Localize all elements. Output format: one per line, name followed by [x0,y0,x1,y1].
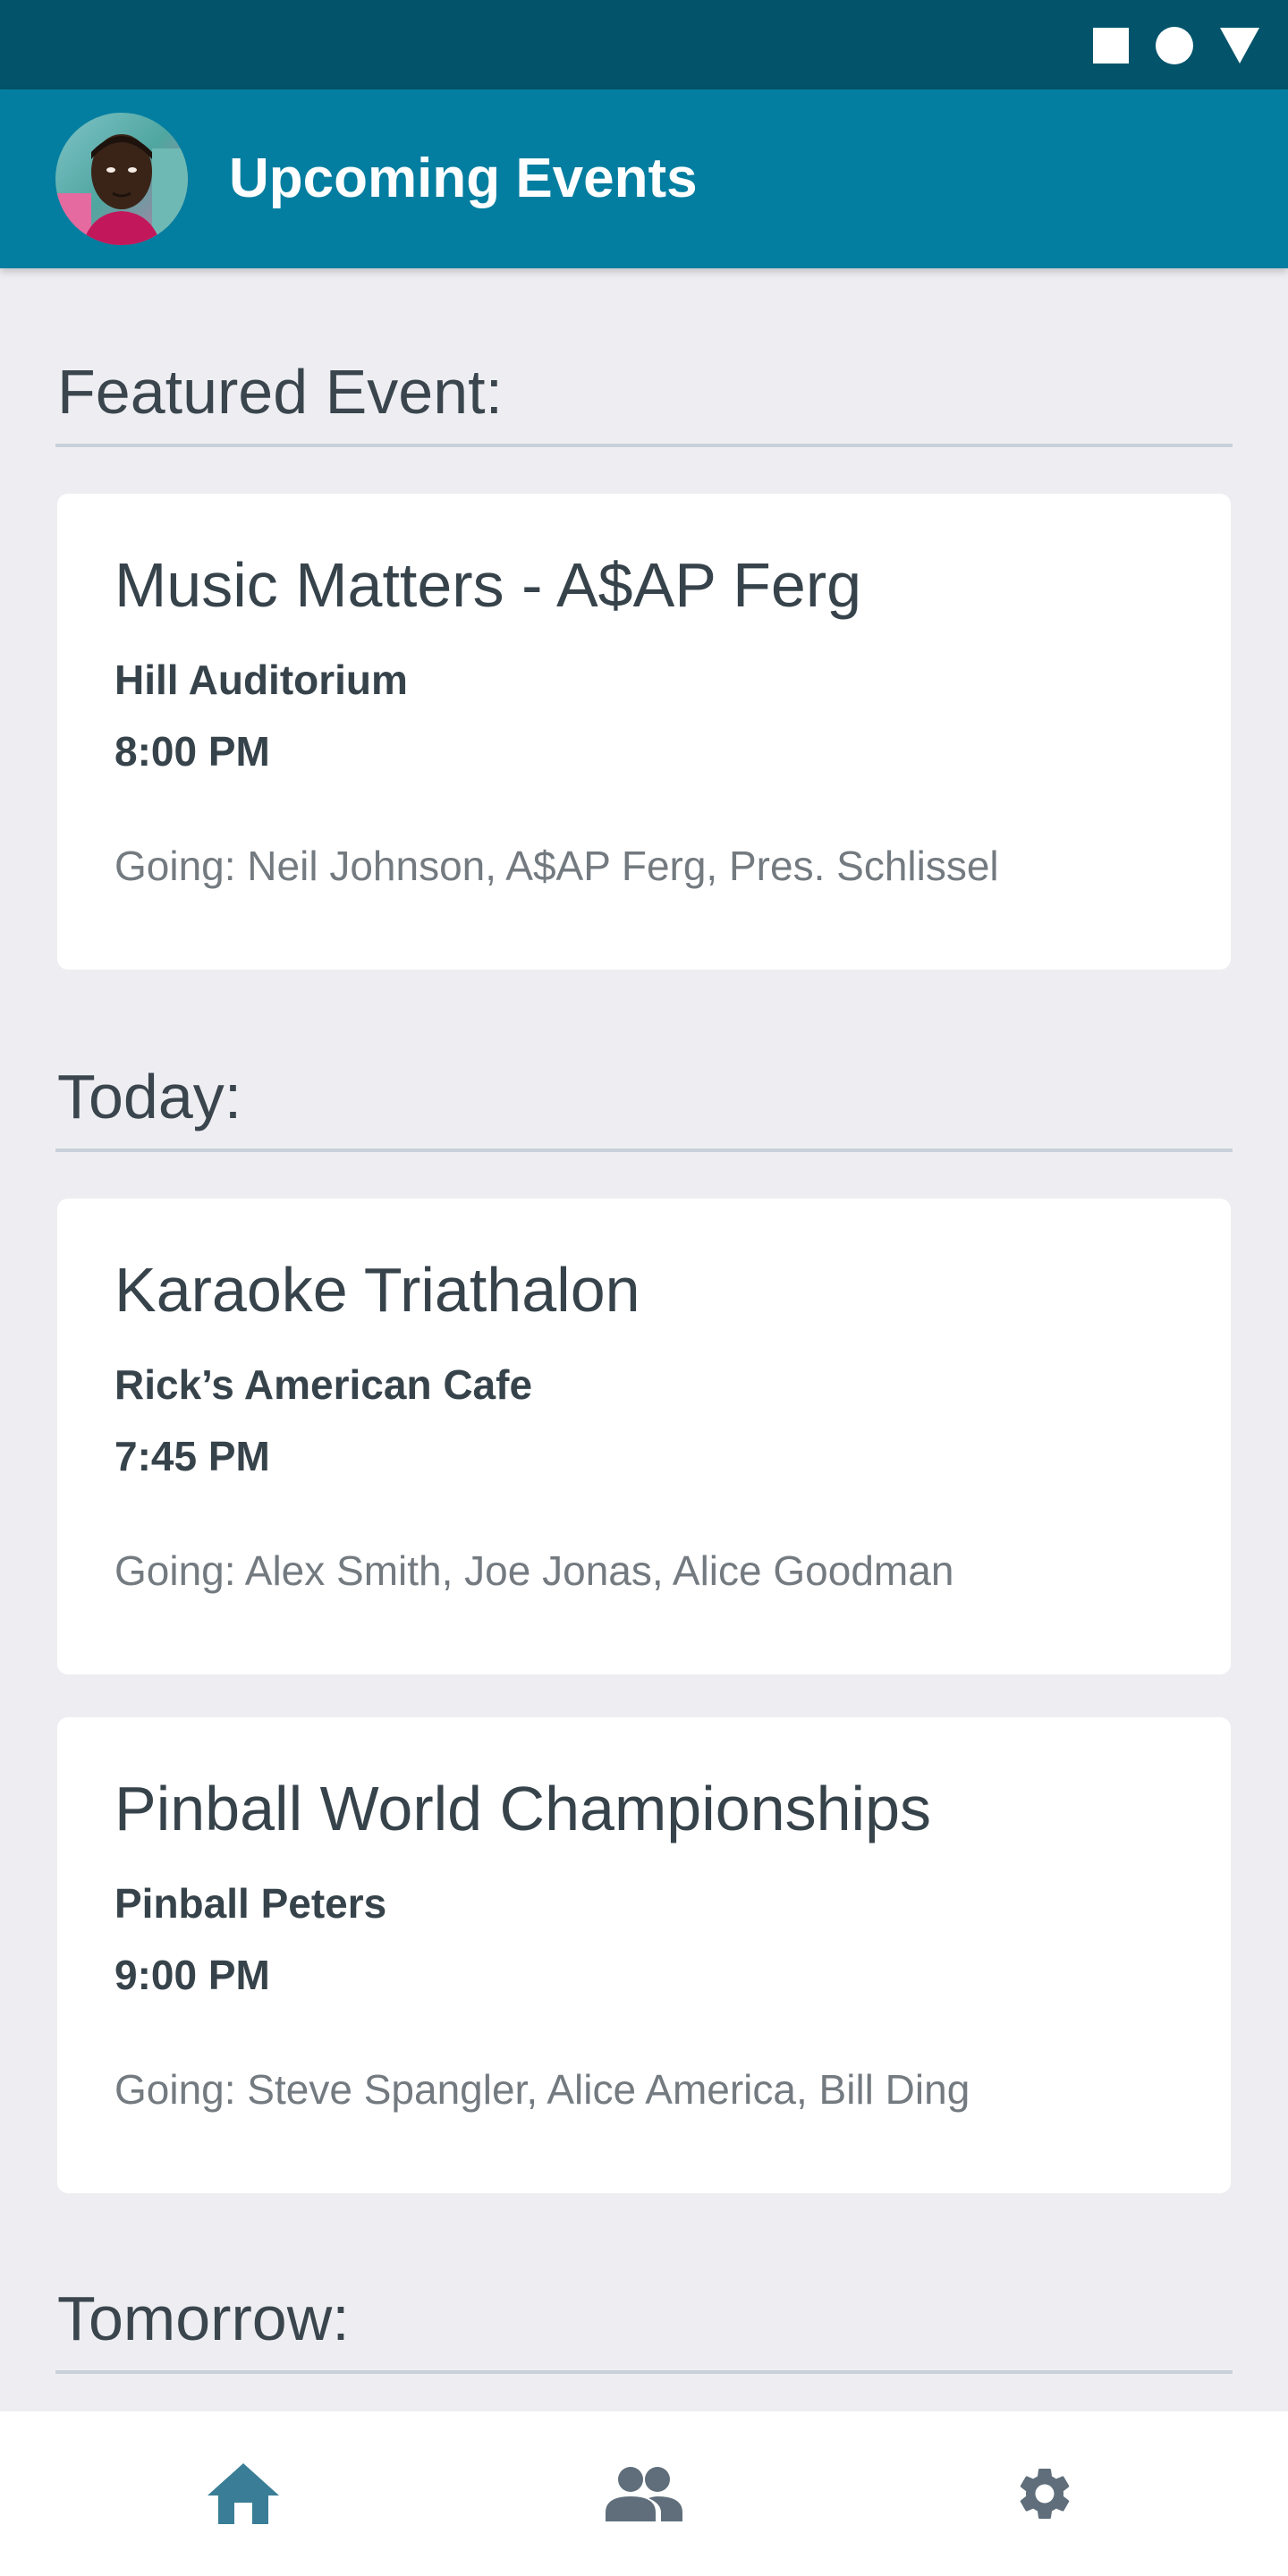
event-card[interactable]: Music Matters - A$AP Ferg Hill Auditoriu… [57,494,1231,970]
event-title: Pinball World Championships [114,1774,932,1843]
event-time: 9:00 PM [114,1952,270,1998]
square-icon [1093,28,1129,64]
section-divider [55,444,1233,447]
event-time: 8:00 PM [114,728,270,775]
status-icons [1093,27,1259,64]
event-time: 7:45 PM [114,1433,270,1479]
event-card[interactable]: Pinball World Championships Pinball Pete… [57,1717,1231,2193]
bottom-nav [0,2411,1288,2576]
people-icon [604,2466,684,2521]
gear-icon [1013,2462,1076,2525]
event-attendees: Going: Steve Spangler, Alice America, Bi… [114,2066,970,2113]
event-attendees: Going: Alex Smith, Joe Jonas, Alice Good… [114,1547,954,1594]
app-bar: Upcoming Events [0,89,1288,268]
event-attendees: Going: Neil Johnson, A$AP Ferg, Pres. Sc… [114,843,999,889]
nav-people-button[interactable] [564,2411,724,2576]
section-title-today: Today: [57,1062,242,1131]
nav-settings-button[interactable] [964,2411,1125,2576]
circle-icon [1156,27,1193,64]
event-card[interactable]: Karaoke Triathalon Rick’s American Cafe … [57,1199,1231,1674]
event-venue: Rick’s American Cafe [114,1361,533,1408]
event-title: Music Matters - A$AP Ferg [114,550,862,620]
page-title: Upcoming Events [229,148,698,209]
section-title-featured: Featured Event: [57,357,504,427]
home-icon [206,2462,281,2526]
status-bar [0,0,1288,89]
section-divider [55,2370,1233,2374]
user-avatar[interactable] [55,113,188,245]
nav-home-button[interactable] [163,2411,324,2576]
section-divider [55,1148,1233,1152]
event-venue: Pinball Peters [114,1880,387,1927]
event-title: Karaoke Triathalon [114,1255,640,1325]
section-title-tomorrow: Tomorrow: [57,2284,350,2353]
event-venue: Hill Auditorium [114,657,408,703]
triangle-icon [1220,28,1259,64]
